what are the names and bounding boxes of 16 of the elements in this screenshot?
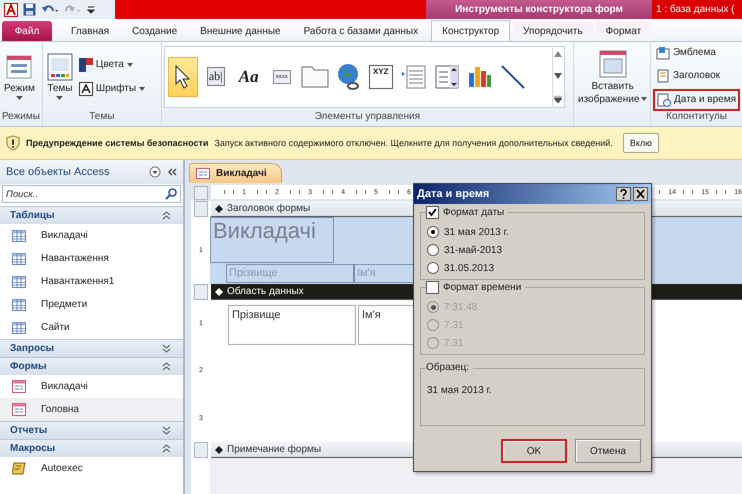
security-warning-message: Запуск активного содержимого отключен. Щелкните для получения дополнительных сведений.: [214, 138, 613, 148]
contextual-tab-title: Инструменты конструктора форм: [426, 0, 652, 19]
radio-label: 31 мая 2013 г.: [444, 226, 509, 238]
group-label: Колонтитулы: [665, 111, 728, 124]
security-warning-title: Предупреждение системы безопасности: [26, 138, 208, 148]
group-label: Режимы: [0, 111, 41, 124]
window-title: 1 : база данных (: [652, 0, 742, 19]
radio-label: 31-май-2013: [444, 244, 502, 256]
checkbox-label: Формат даты: [443, 207, 504, 218]
sample-value: 31 мая 2013 г.: [427, 384, 493, 396]
dialog-title: Дата и время: [417, 188, 490, 200]
checkbox-label: Формат времени: [443, 282, 522, 293]
group-label: Элементы управления: [314, 111, 421, 124]
radio-label: 31.05.2013: [444, 262, 494, 274]
group-label: Темы: [88, 111, 116, 124]
sample-label: Образец:: [426, 362, 470, 373]
